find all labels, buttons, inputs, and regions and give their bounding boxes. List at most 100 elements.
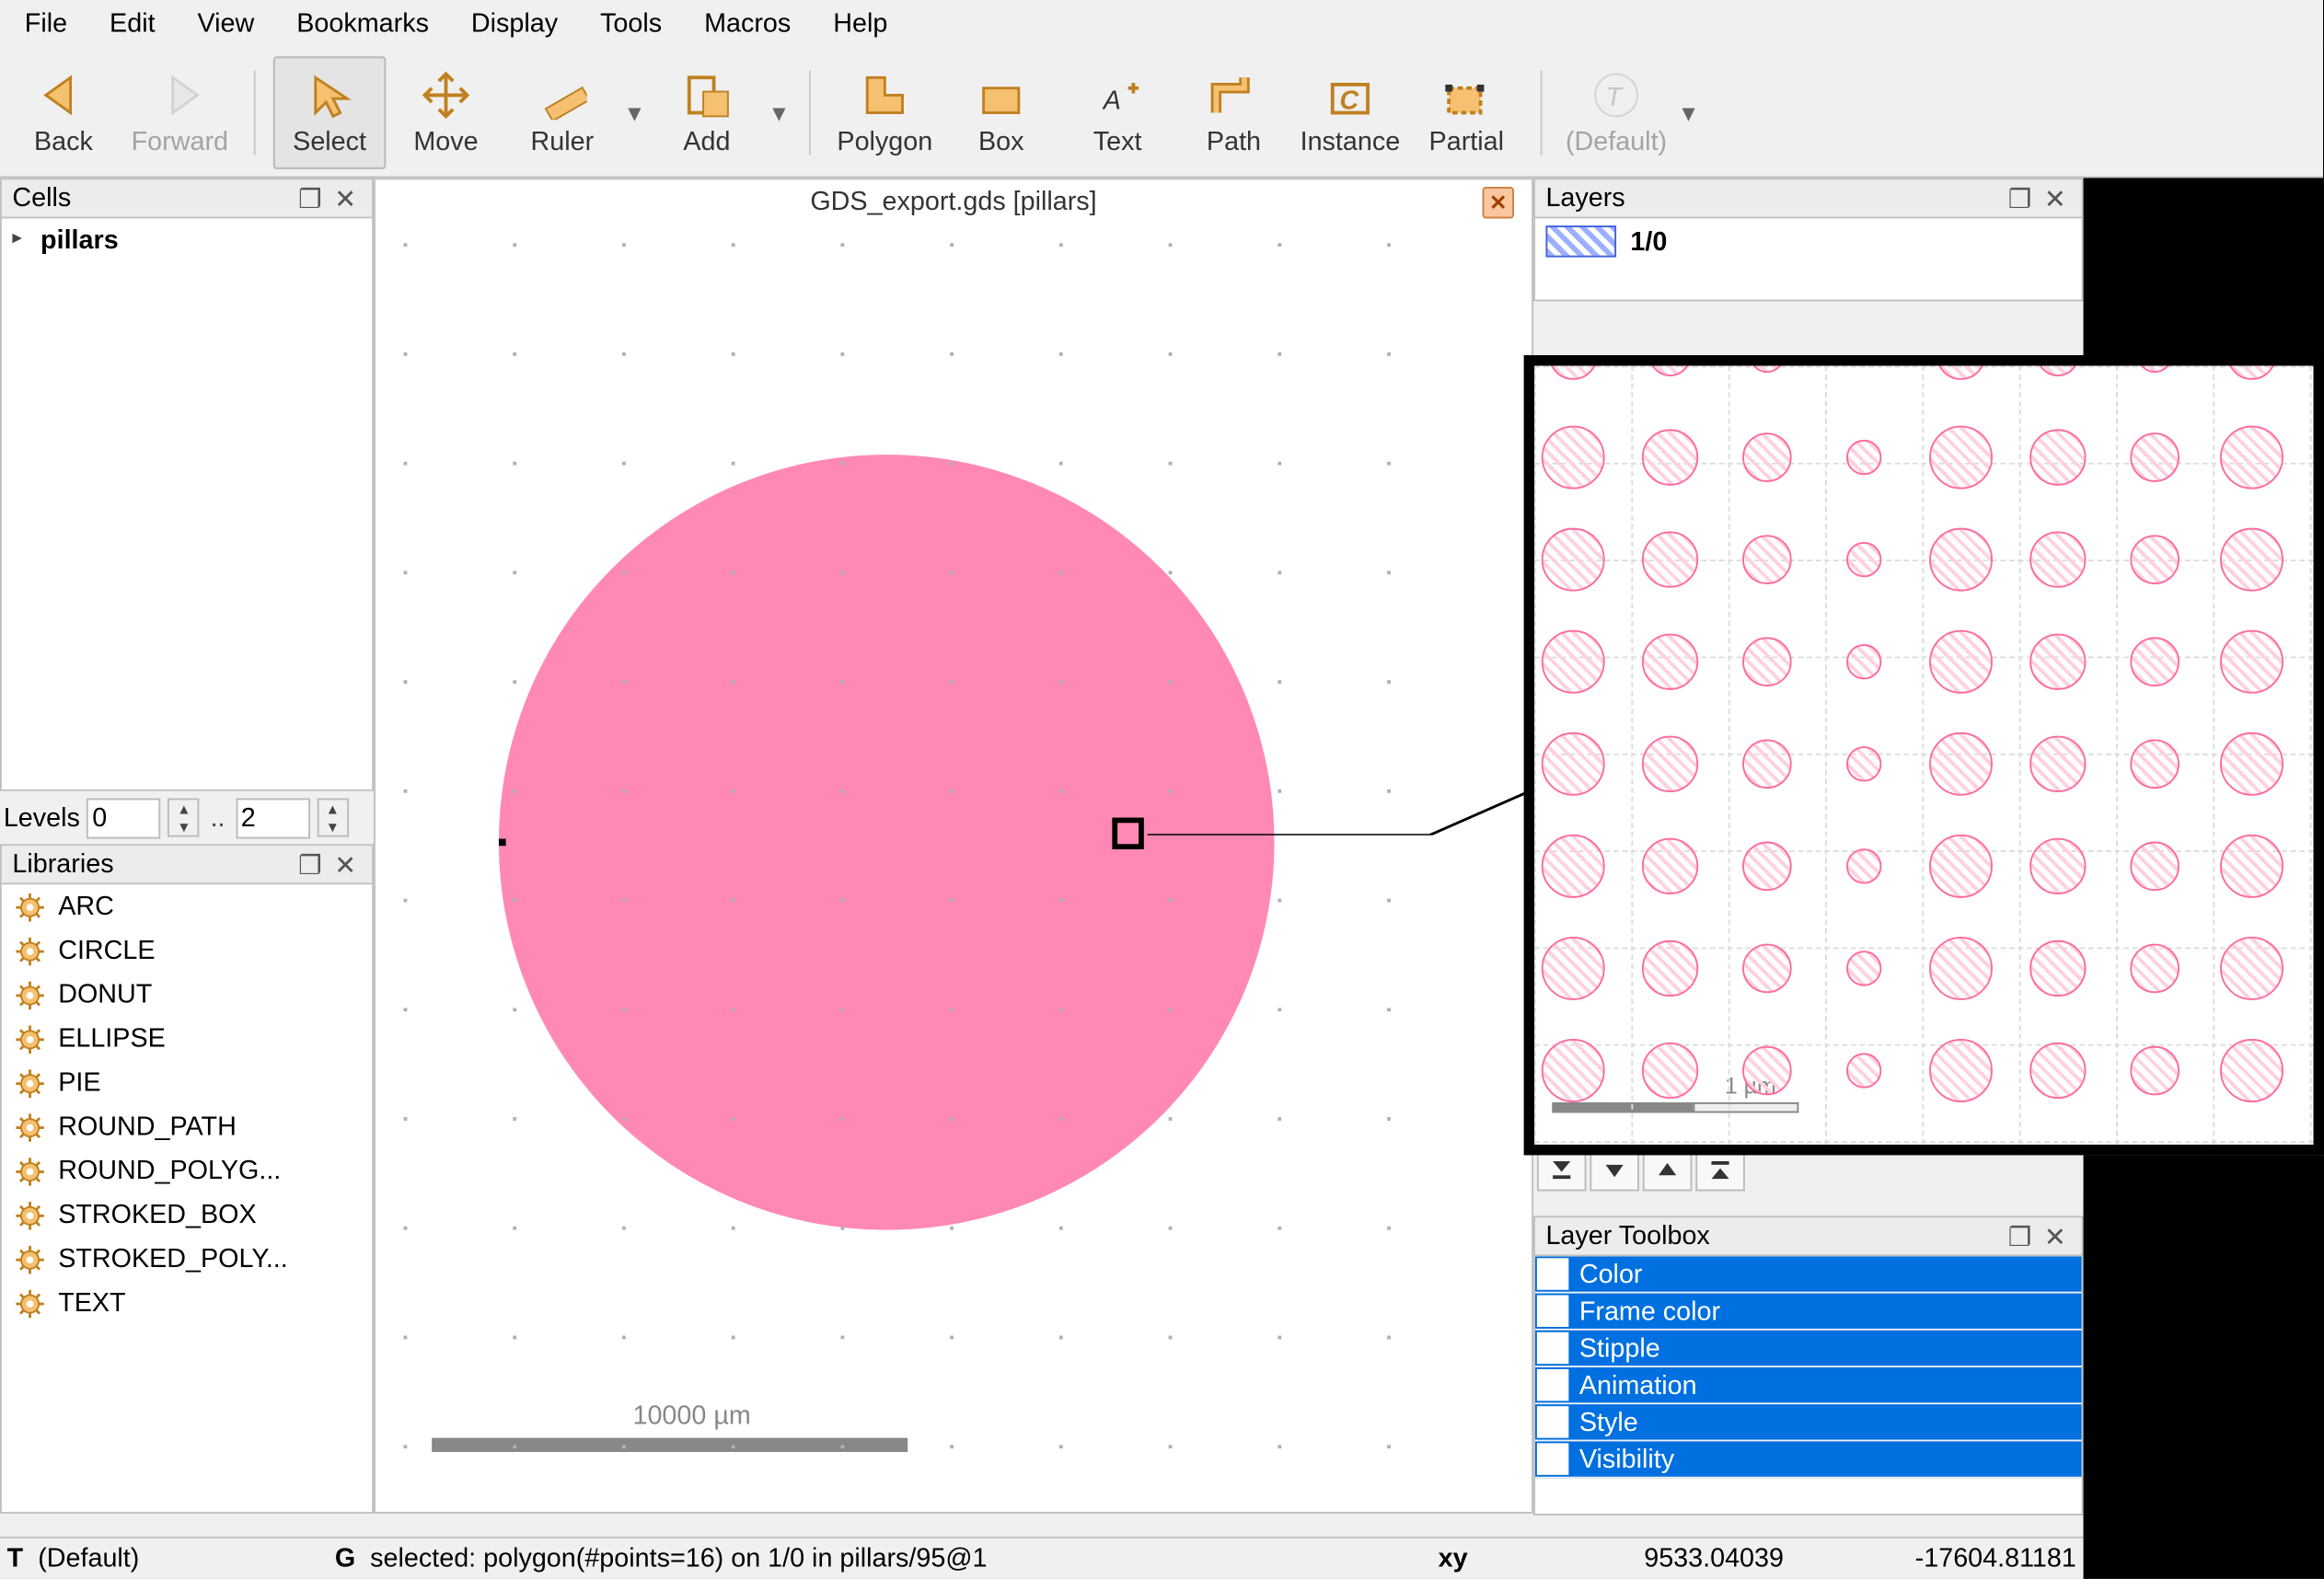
partial-button[interactable]: Partial: [1410, 55, 1523, 168]
pillar-shape: [1642, 429, 1698, 485]
layer-up-button[interactable]: [1643, 1149, 1693, 1192]
library-item[interactable]: CIRCLE: [2, 928, 372, 973]
library-item[interactable]: PIE: [2, 1061, 372, 1105]
layer-toolbox-row[interactable]: Frame color: [1535, 1294, 2082, 1331]
add-button[interactable]: Add: [651, 55, 764, 168]
menu-tools[interactable]: Tools: [579, 2, 683, 46]
path-button[interactable]: Path: [1177, 55, 1290, 168]
status-selection-text: selected: polygon(#points=16) on 1/0 in …: [370, 1544, 987, 1574]
menu-bookmarks[interactable]: Bookmarks: [275, 2, 450, 46]
pillar-shape: [1649, 355, 1692, 376]
pillar-shape: [1542, 937, 1605, 1000]
close-icon[interactable]: ✕: [330, 848, 361, 880]
library-item[interactable]: ROUND_PATH: [2, 1105, 372, 1149]
library-item[interactable]: ELLIPSE: [2, 1017, 372, 1061]
pillar-shape: [2130, 637, 2179, 686]
pillar-shape: [1937, 355, 1986, 380]
layer-item-1-0[interactable]: 1/0: [1535, 218, 2082, 264]
menu-view[interactable]: View: [177, 2, 276, 46]
pillar-shape: [1846, 644, 1881, 679]
scale-bar-label: 10000 µm: [632, 1400, 750, 1431]
levels-to-spinner[interactable]: ▲▼: [317, 798, 348, 836]
pillar-shape: [1742, 432, 1792, 482]
pillar-shape: [2029, 634, 2086, 690]
box-button[interactable]: Box: [944, 55, 1058, 168]
status-x-coord: 9533.04039: [1520, 1544, 1784, 1574]
menu-help[interactable]: Help: [812, 2, 908, 46]
selection-marker[interactable]: [1112, 818, 1143, 849]
layer-toolbox-title: Layer Toolbox: [1545, 1221, 2000, 1251]
pillar-shape: [1929, 835, 1993, 898]
arrow-right-icon: [152, 67, 208, 123]
canvas-title: GDS_export.gds [pillars]: [376, 187, 1532, 217]
select-button[interactable]: Select: [273, 55, 387, 168]
origin-marker: [499, 839, 506, 847]
pillar-shape: [2220, 528, 2284, 592]
canvas-close-button[interactable]: ✕: [1483, 187, 1514, 218]
levels-to-input[interactable]: [236, 798, 309, 838]
layer-toolbox-row[interactable]: Color: [1535, 1256, 2082, 1293]
menu-display[interactable]: Display: [450, 2, 579, 46]
close-icon[interactable]: ✕: [330, 182, 361, 213]
ruler-dropdown[interactable]: ▾: [622, 96, 647, 127]
layer-toolbox-row[interactable]: Visibility: [1535, 1441, 2082, 1478]
instance-button[interactable]: C Instance: [1294, 55, 1407, 168]
tech-dropdown[interactable]: ▾: [1676, 96, 1701, 127]
pillar-shape: [1642, 940, 1698, 997]
forward-button[interactable]: Forward: [123, 55, 237, 168]
instance-icon: C: [1322, 67, 1378, 123]
pillar-shape: [1742, 739, 1792, 789]
library-item[interactable]: ARC: [2, 884, 372, 928]
library-item[interactable]: STROKED_POLY...: [2, 1237, 372, 1281]
ruler-button[interactable]: Ruler: [506, 55, 619, 168]
pillar-shape: [1642, 736, 1698, 792]
pillar-shape: [1750, 355, 1785, 373]
undock-icon[interactable]: ❐: [2004, 182, 2035, 213]
pillar-shape: [1846, 951, 1881, 985]
pillar-shape: [2130, 432, 2179, 482]
levels-from-input[interactable]: [87, 798, 161, 838]
libraries-title: Libraries: [12, 849, 291, 880]
default-tech-button[interactable]: T (Default): [1560, 55, 1673, 168]
partial-icon: [1439, 67, 1495, 123]
pillar-shape: [1929, 937, 1993, 1000]
pillar-shape: [1642, 838, 1698, 894]
move-button[interactable]: Move: [389, 55, 503, 168]
levels-from-spinner[interactable]: ▲▼: [168, 798, 200, 836]
pillar-shape: [1542, 630, 1605, 694]
library-item[interactable]: DONUT: [2, 973, 372, 1017]
path-icon: [1206, 67, 1262, 123]
pillar-shape: [1542, 426, 1605, 490]
close-icon[interactable]: ✕: [2040, 182, 2071, 213]
layout-canvas[interactable]: GDS_export.gds [pillars] ✕ 10000 µm: [374, 178, 1533, 1514]
add-dropdown[interactable]: ▾: [767, 96, 792, 127]
layer-all-up-button[interactable]: [1695, 1149, 1745, 1192]
library-item[interactable]: TEXT: [2, 1281, 372, 1325]
layer-down-button[interactable]: [1590, 1149, 1639, 1192]
undock-icon[interactable]: ❐: [2004, 1220, 2035, 1251]
pillar-shape: [1929, 1039, 1993, 1102]
layer-all-down-button[interactable]: [1537, 1149, 1587, 1192]
text-button[interactable]: A Text: [1061, 55, 1174, 168]
menu-edit[interactable]: Edit: [88, 2, 176, 46]
back-button[interactable]: Back: [7, 55, 121, 168]
pillar-shape: [1929, 630, 1993, 694]
polygon-button[interactable]: Polygon: [828, 55, 942, 168]
undock-icon[interactable]: ❐: [295, 182, 326, 213]
pillar-shape: [2130, 1046, 2179, 1096]
layers-panel: Layers ❐ ✕ 1/0: [1533, 178, 2083, 301]
layer-toolbox-row[interactable]: Animation: [1535, 1367, 2082, 1404]
layer-toolbox-row[interactable]: Style: [1535, 1404, 2082, 1441]
cells-title: Cells: [12, 183, 291, 213]
pillar-shape: [1742, 944, 1792, 994]
close-icon[interactable]: ✕: [2040, 1220, 2071, 1251]
menu-file[interactable]: File: [4, 2, 88, 46]
undock-icon[interactable]: ❐: [295, 848, 326, 880]
library-item[interactable]: ROUND_POLYG...: [2, 1149, 372, 1193]
layer-toolbox-row[interactable]: Stipple: [1535, 1331, 2082, 1367]
cell-item-pillars[interactable]: pillars: [2, 218, 372, 262]
menu-macros[interactable]: Macros: [683, 2, 812, 46]
library-item[interactable]: STROKED_BOX: [2, 1193, 372, 1237]
status-y-coord: -17604.81181: [1812, 1544, 2076, 1574]
layers-title: Layers: [1545, 183, 2000, 213]
